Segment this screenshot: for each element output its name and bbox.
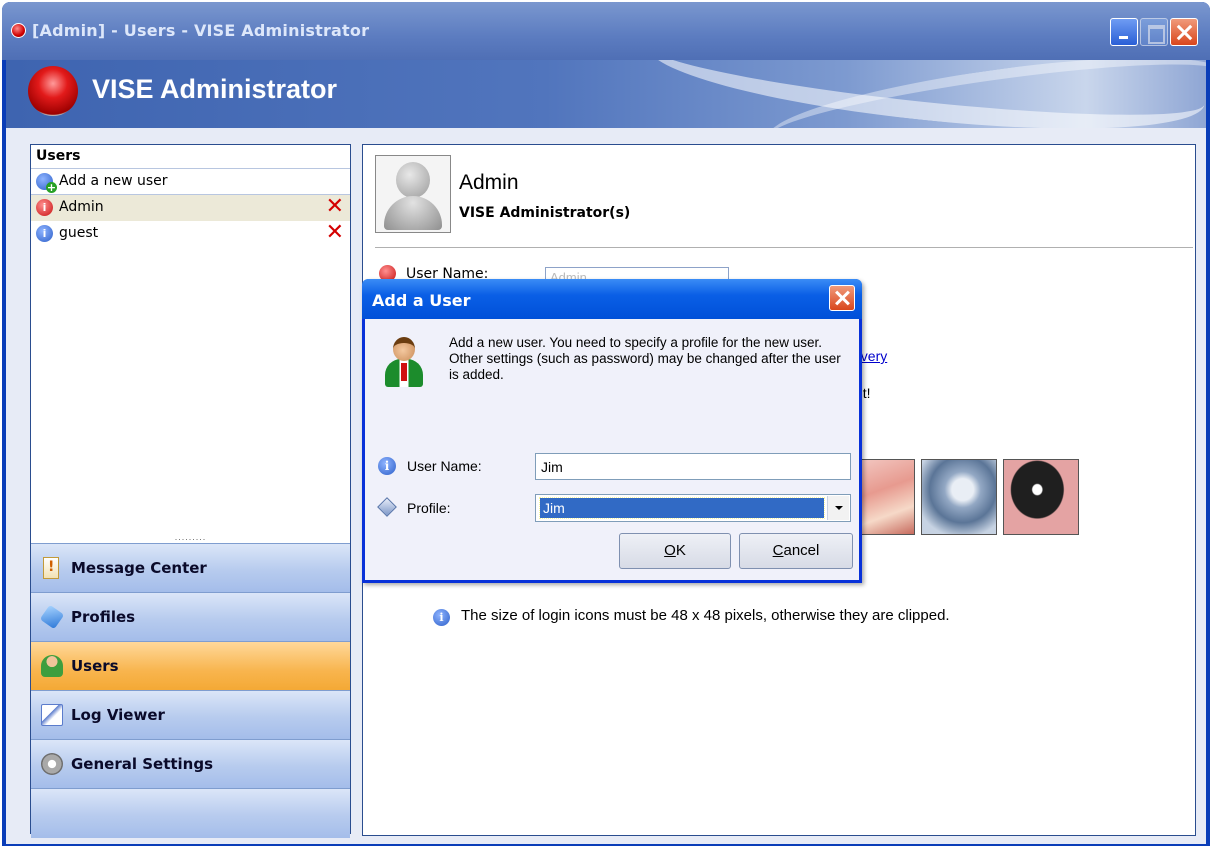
vise-logo-icon [28, 66, 78, 116]
dialog-title: Add a User [372, 291, 471, 310]
client-area: Users Add a new user i Admin ✕ i guest ✕… [6, 128, 1206, 844]
avatar-head [396, 162, 430, 198]
left-panel: Users Add a new user i Admin ✕ i guest ✕… [30, 144, 351, 838]
user-item-admin[interactable]: i Admin ✕ [31, 195, 350, 221]
dialog-close-button[interactable] [829, 285, 855, 311]
login-icon-anime-girl[interactable] [859, 459, 915, 535]
app-icon [11, 23, 26, 38]
nav-item-profiles[interactable]: Profiles [31, 592, 350, 641]
window-title: [Admin] - Users - VISE Administrator [32, 21, 370, 40]
profile-select-value: Jim [539, 497, 825, 519]
close-button[interactable] [1170, 18, 1198, 46]
title-bar[interactable]: [Admin] - Users - VISE Administrator [2, 2, 1210, 60]
app-window: [Admin] - Users - VISE Administrator VIS… [2, 2, 1210, 846]
cancel-button[interactable]: Cancel [739, 533, 853, 569]
dialog-description: Add a new user. You need to specify a pr… [449, 335, 841, 382]
nav-item-label: Users [71, 657, 119, 675]
nav-item-label: Message Center [71, 559, 207, 577]
mnemonic-letter: O [664, 542, 676, 559]
avatar[interactable] [375, 155, 451, 233]
nav-item-users[interactable]: Users [31, 641, 350, 690]
button-text: K [675, 542, 686, 559]
dialog-body: Add a new user. You need to specify a pr… [365, 319, 859, 580]
add-user-item[interactable]: Add a new user [31, 169, 350, 195]
nav-item-label: Profiles [71, 608, 136, 626]
banner-title: VISE Administrator [92, 74, 338, 104]
user-item-label: guest [59, 225, 99, 241]
nav-item-label: Log Viewer [71, 706, 165, 724]
ok-button[interactable]: OK [619, 533, 731, 569]
user-name-label: User Name: [407, 458, 482, 474]
add-user-label: Add a new user [59, 173, 168, 189]
login-icon-robot[interactable] [921, 459, 997, 535]
nav-item-general-settings[interactable]: General Settings [31, 739, 350, 788]
person-tie [401, 363, 407, 381]
user-profile-heading: VISE Administrator(s) [459, 205, 631, 221]
button-text: ancel [783, 542, 820, 559]
message-icon [43, 557, 59, 579]
profile-diamond-icon [377, 497, 397, 517]
divider [375, 247, 1193, 248]
mnemonic-letter: C [772, 542, 784, 559]
login-icon-size-note: The size of login icons must be 48 x 48 … [461, 607, 950, 624]
info-icon: i [378, 457, 396, 475]
nav-item-log-viewer[interactable]: Log Viewer [31, 690, 350, 739]
add-user-icon [36, 173, 57, 193]
user-item-guest[interactable]: i guest ✕ [31, 221, 350, 247]
profile-label: Profile: [407, 500, 451, 516]
add-user-dialog: Add a User Add a new user. You need to s… [362, 279, 862, 583]
minimize-button[interactable] [1110, 18, 1138, 46]
users-icon [41, 655, 63, 677]
person-head [393, 337, 415, 361]
nav-list: Message Center Profiles Users Log Viewer… [31, 543, 350, 838]
user-item-label: Admin [59, 199, 104, 215]
user-name-input[interactable]: Jim [535, 453, 851, 480]
delete-user-icon[interactable]: ✕ [326, 222, 344, 244]
profile-select[interactable]: Jim [535, 494, 851, 522]
user-person-icon [383, 333, 423, 389]
nav-footer [31, 788, 350, 838]
nav-item-label: General Settings [71, 755, 214, 773]
maximize-button[interactable] [1140, 18, 1168, 46]
red-info-icon: i [36, 199, 53, 216]
app-banner: VISE Administrator [6, 60, 1206, 128]
avatar-body [384, 196, 442, 230]
user-name-heading: Admin [459, 171, 519, 194]
panel-splitter[interactable]: ......... [31, 533, 350, 542]
chevron-down-icon[interactable] [827, 496, 849, 520]
profiles-icon [39, 604, 65, 630]
gear-icon [41, 753, 63, 775]
dialog-title-bar[interactable]: Add a User [362, 279, 862, 319]
blue-info-icon: i [36, 225, 53, 242]
users-heading: Users [31, 145, 350, 169]
delete-user-icon[interactable]: ✕ [326, 196, 344, 218]
login-icon-reaper[interactable] [1003, 459, 1079, 535]
nav-item-message-center[interactable]: Message Center [31, 543, 350, 592]
info-icon: i [433, 609, 450, 626]
log-icon [41, 704, 63, 726]
